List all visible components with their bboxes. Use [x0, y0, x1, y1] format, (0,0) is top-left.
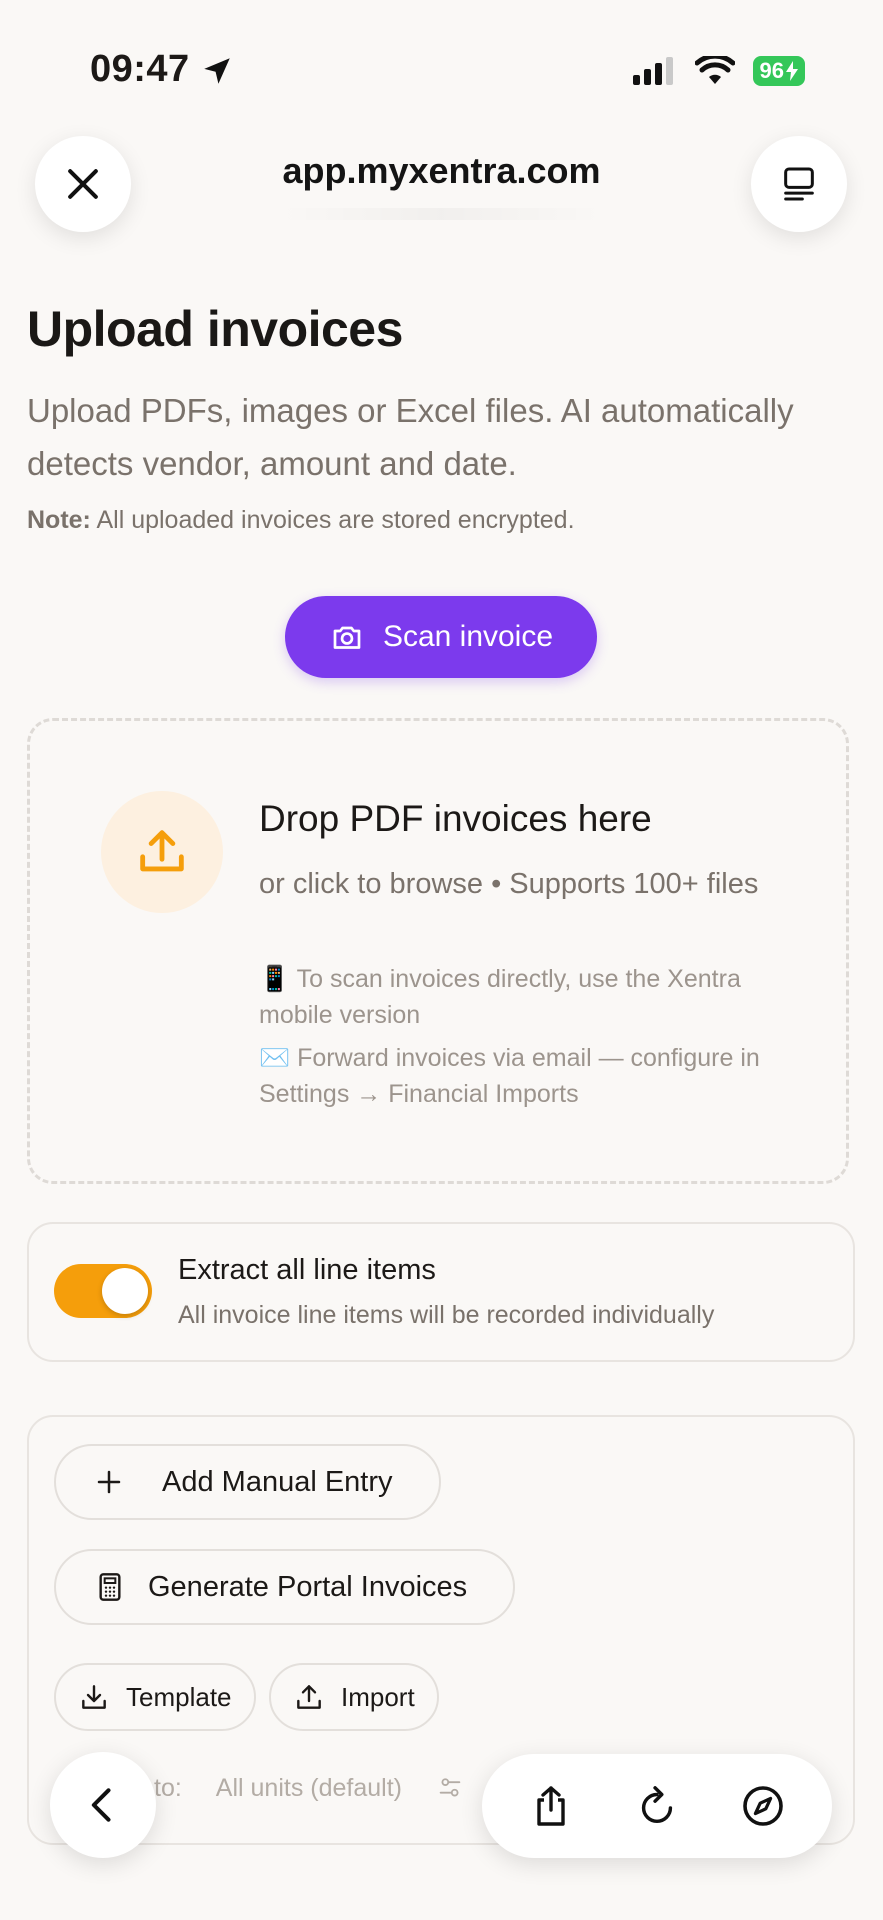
- envelope-emoji-icon: ✉️: [259, 1044, 291, 1072]
- scan-invoice-button[interactable]: Scan invoice: [285, 596, 597, 678]
- battery-level: 96: [759, 58, 784, 83]
- template-button[interactable]: Template: [54, 1663, 256, 1731]
- charging-bolt-icon: [786, 61, 798, 81]
- dropzone-subtitle: or click to browse • Supports 100+ files: [259, 868, 759, 900]
- page-title: Upload invoices: [27, 301, 403, 357]
- chevron-left-icon: [91, 1788, 111, 1822]
- calculator-icon: [99, 1573, 121, 1601]
- page-description: Upload PDFs, images or Excel files. AI a…: [27, 392, 794, 482]
- status-time: 09:47: [90, 48, 190, 90]
- email-forward-hint: ✉️ Forward invoices via email — configur…: [259, 1040, 819, 1112]
- wifi-icon: [694, 56, 735, 84]
- browser-nav-group: [482, 1754, 832, 1858]
- apply-to-label: to:: [154, 1774, 182, 1802]
- invoice-dropzone[interactable]: [27, 718, 849, 1184]
- add-manual-entry-button[interactable]: Add Manual Entry: [54, 1444, 441, 1520]
- mobile-scan-hint: 📱 To scan invoices directly, use the Xen…: [259, 961, 819, 1033]
- cellular-signal-icon: [632, 57, 673, 85]
- import-label: Import: [341, 1681, 415, 1712]
- url-underline: [278, 208, 604, 220]
- camera-icon: [333, 626, 361, 649]
- dropzone-title: Drop PDF invoices here: [259, 798, 652, 839]
- tabs-button[interactable]: [751, 136, 847, 232]
- encryption-note: Note: All uploaded invoices are stored e…: [27, 506, 575, 535]
- toggle-knob: [102, 1268, 148, 1314]
- plus-icon: [97, 1470, 121, 1494]
- download-icon: [82, 1685, 106, 1709]
- status-icons: 96: [632, 56, 805, 86]
- battery-indicator: 96: [752, 56, 805, 86]
- line-items-subtitle: All invoice line items will be recorded …: [178, 1301, 715, 1329]
- note-label: Note:: [27, 506, 91, 534]
- template-label: Template: [126, 1681, 232, 1712]
- generate-portal-invoices-label: Generate Portal Invoices: [148, 1570, 468, 1603]
- compass-icon[interactable]: [739, 1782, 787, 1830]
- location-arrow-icon: [204, 58, 230, 84]
- apply-to-value: All units (default): [215, 1774, 402, 1802]
- add-manual-entry-label: Add Manual Entry: [162, 1465, 393, 1498]
- share-icon[interactable]: [527, 1782, 575, 1830]
- generate-portal-invoices-button[interactable]: Generate Portal Invoices: [54, 1549, 515, 1625]
- upload-icon: [140, 830, 184, 872]
- email-forward-hint-text: Forward invoices via email — configure i…: [259, 1044, 760, 1108]
- tabs-icon: [784, 167, 814, 201]
- import-button[interactable]: Import: [269, 1663, 439, 1731]
- sliders-icon: [439, 1778, 461, 1797]
- phone-emoji-icon: 📱: [259, 965, 291, 993]
- note-text: All uploaded invoices are stored encrypt…: [96, 506, 575, 534]
- line-items-toggle[interactable]: [54, 1264, 152, 1318]
- scan-invoice-label: Scan invoice: [382, 620, 554, 653]
- mobile-scan-hint-text: To scan invoices directly, use the Xentr…: [259, 965, 741, 1029]
- back-button[interactable]: [50, 1752, 156, 1858]
- reload-icon[interactable]: [634, 1783, 680, 1829]
- line-items-title: Extract all line items: [178, 1254, 436, 1286]
- upload-icon: [297, 1685, 321, 1709]
- upload-badge: [101, 791, 223, 913]
